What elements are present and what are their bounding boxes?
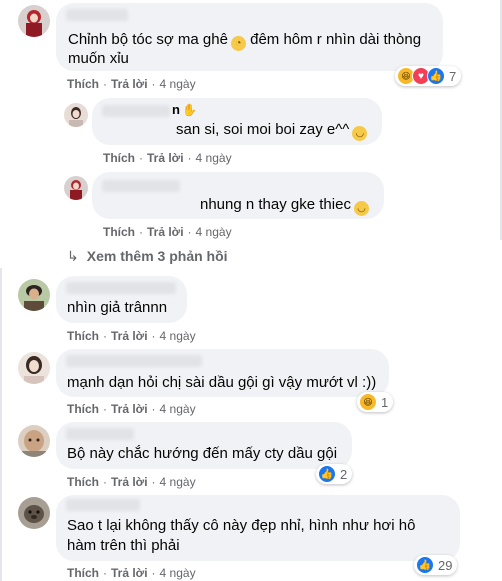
comment-text: muốn xỉu	[68, 50, 129, 67]
redacted-author-name	[66, 282, 176, 294]
timestamp[interactable]: 4 ngày	[160, 566, 196, 580]
timestamp[interactable]: 4 ngày	[160, 402, 196, 416]
like-react-icon: 👍	[427, 67, 445, 85]
haha-react-icon: 😆	[359, 393, 377, 411]
like-react-icon: 👍	[318, 465, 336, 483]
reaction-count: 1	[381, 394, 389, 410]
author-name-fragment: n ✋	[172, 102, 197, 117]
comment-actions: Thích · Trả lời · 4 ngày	[67, 475, 196, 489]
timestamp[interactable]: 4 ngày	[160, 475, 196, 489]
reply-link[interactable]: Trả lời	[111, 77, 148, 91]
reaction-count: 7	[449, 68, 457, 84]
rolling-eyes-emoji: ◔	[230, 36, 246, 51]
reply-link[interactable]: Trả lời	[111, 329, 148, 343]
comment-bubble: nhung n thay gke thiec ◡	[92, 172, 384, 219]
comment-text: san si, soi moi boi zay e^^ ◡	[176, 120, 368, 141]
comment-actions: Thích · Trả lời · 4 ngày	[67, 77, 196, 91]
like-link[interactable]: Thích	[67, 77, 99, 91]
comment-actions: Thích · Trả lời · 4 ngày	[67, 329, 196, 343]
comment-bubble: nhìn giả trânnn	[56, 276, 187, 323]
reaction-count: 2	[340, 466, 348, 482]
avatar[interactable]	[18, 352, 50, 384]
reaction-summary[interactable]: 😆 1	[357, 392, 394, 412]
comment-actions: Thích · Trả lời · 4 ngày	[103, 225, 232, 239]
comment-bubble: n ✋ san si, soi moi boi zay e^^ ◡	[92, 98, 382, 145]
like-link[interactable]: Thích	[67, 475, 99, 489]
redacted-author-name	[66, 9, 128, 21]
reply-link[interactable]: Trả lời	[147, 151, 184, 165]
timestamp[interactable]: 4 ngày	[160, 329, 196, 343]
comment-text: Sao t lại không thấy cô này đẹp nhỉ, hìn…	[67, 517, 416, 534]
like-link[interactable]: Thích	[103, 225, 135, 239]
like-link[interactable]: Thích	[67, 566, 99, 580]
reply-arrow-icon: ↳	[67, 248, 79, 264]
comment-actions: Thích · Trả lời · 4 ngày	[67, 402, 196, 416]
reaction-summary[interactable]: 😆 ♥ 👍 7	[395, 66, 462, 86]
comment-text: Chỉnh bộ tóc sợ ma ghê ◔ đêm hôm r nhìn d…	[68, 31, 422, 51]
like-link[interactable]: Thích	[67, 329, 99, 343]
comment-bubble: Sao t lại không thấy cô này đẹp nhỉ, hìn…	[56, 495, 460, 561]
reply-link[interactable]: Trả lời	[111, 402, 148, 416]
like-link[interactable]: Thích	[103, 151, 135, 165]
timestamp[interactable]: 4 ngày	[196, 151, 232, 165]
comment-bubble: mạnh dạn hỏi chị sài dầu gội gì vậy mướt…	[56, 349, 389, 397]
comment-text: Bộ này chắc hướng đến mấy cty dầu gội	[67, 445, 338, 462]
comment-bubble: Chỉnh bộ tóc sợ ma ghê ◔ đêm hôm r nhìn d…	[56, 3, 443, 71]
reply-link[interactable]: Trả lời	[111, 475, 148, 489]
redacted-author-name	[102, 105, 170, 117]
redacted-author-name	[66, 428, 134, 440]
reaction-summary[interactable]: 👍 2	[316, 464, 353, 484]
view-more-replies-link[interactable]: ↳ Xem thêm 3 phản hồi	[67, 248, 228, 265]
page-edge	[0, 268, 2, 581]
reply-link[interactable]: Trả lời	[147, 225, 184, 239]
smile-emoji: ◡	[352, 126, 368, 141]
reaction-count: 29	[438, 557, 453, 573]
avatar[interactable]	[18, 279, 50, 311]
avatar[interactable]	[18, 497, 50, 529]
comment-text: nhung n thay gke thiec ◡	[200, 195, 369, 216]
like-react-icon: 👍	[416, 556, 434, 574]
redacted-author-name	[66, 355, 202, 367]
smile-emoji: ◡	[353, 201, 369, 216]
comment-text: nhìn giả trânnn	[67, 299, 168, 316]
timestamp[interactable]: 4 ngày	[160, 77, 196, 91]
wave-hand-icon: ✋	[181, 103, 197, 117]
comment-text: hàm trên thì phải	[67, 537, 180, 554]
avatar[interactable]	[18, 425, 50, 457]
like-link[interactable]: Thích	[67, 402, 99, 416]
avatar[interactable]	[18, 5, 50, 37]
reply-link[interactable]: Trả lời	[111, 566, 148, 580]
redacted-author-name	[66, 499, 140, 511]
timestamp[interactable]: 4 ngày	[196, 225, 232, 239]
comment-bubble: Bộ này chắc hướng đến mấy cty dầu gội	[56, 422, 352, 469]
avatar[interactable]	[64, 103, 88, 127]
avatar[interactable]	[64, 176, 88, 200]
comment-actions: Thích · Trả lời · 4 ngày	[67, 566, 196, 580]
redacted-author-name	[102, 180, 180, 192]
comment-actions: Thích · Trả lời · 4 ngày	[103, 151, 232, 165]
reaction-summary[interactable]: 👍 29	[414, 555, 458, 575]
comment-text: mạnh dạn hỏi chị sài dầu gội gì vậy mướt…	[67, 374, 377, 391]
